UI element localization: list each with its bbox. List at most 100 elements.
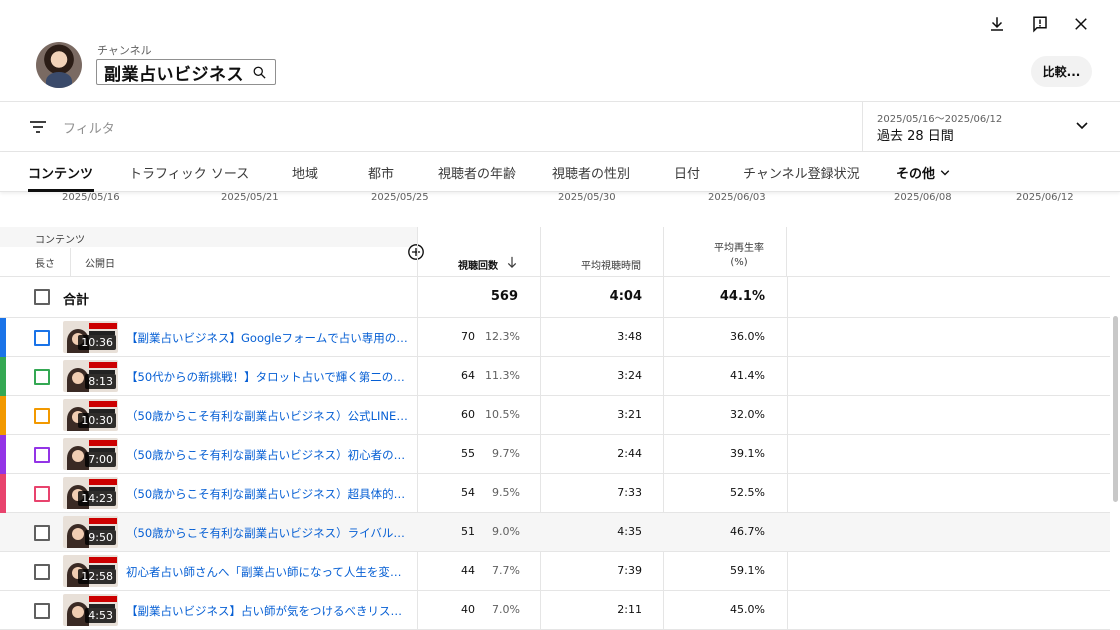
axis-tick: 2025/05/25 bbox=[371, 192, 429, 203]
table-row[interactable]: 9:50 （50歳からこそ有利な副業占いビジネス）ライバルを... 51 9.0% 4:… bbox=[0, 513, 1110, 552]
axis-tick: 2025/06/03 bbox=[708, 192, 766, 203]
row-avg-duration: 3:24 bbox=[617, 369, 642, 382]
column-avg-rate[interactable]: 平均再生率 (%) bbox=[663, 227, 787, 277]
column-published[interactable]: 公開日 bbox=[85, 255, 115, 270]
row-views-percent: 11.3% bbox=[485, 369, 520, 382]
row-avg-duration: 3:48 bbox=[617, 330, 642, 343]
download-icon[interactable] bbox=[985, 12, 1009, 36]
video-thumbnail[interactable]: 7:00 bbox=[63, 438, 118, 470]
row-checkbox[interactable] bbox=[34, 408, 50, 424]
tab-viewer-gender[interactable]: 視聴者の性別 bbox=[552, 163, 630, 182]
video-title-link[interactable]: 【副業占いビジネス】Googleフォームで占い専用の項... bbox=[126, 330, 410, 346]
tab-content[interactable]: コンテンツ bbox=[28, 163, 93, 182]
column-avg-duration[interactable]: 平均視聴時間 bbox=[540, 227, 663, 277]
video-thumbnail[interactable]: 4:53 bbox=[63, 594, 118, 626]
filter-icon[interactable] bbox=[29, 119, 47, 135]
video-duration: 10:30 bbox=[78, 413, 116, 428]
close-icon[interactable] bbox=[1069, 12, 1093, 36]
filter-input[interactable]: フィルタ bbox=[63, 118, 115, 137]
row-avg-rate: 46.7% bbox=[730, 525, 765, 538]
video-thumbnail[interactable]: 8:13 bbox=[63, 360, 118, 392]
row-checkbox[interactable] bbox=[34, 447, 50, 463]
table-row[interactable]: 10:30 （50歳からこそ有利な副業占いビジネス）公式LINEで... 60 10.… bbox=[0, 396, 1110, 435]
scrollbar[interactable] bbox=[1113, 316, 1118, 502]
row-views: 60 bbox=[461, 408, 475, 421]
column-divider bbox=[70, 248, 71, 276]
compare-button[interactable]: 比較... bbox=[1031, 56, 1092, 87]
table-row[interactable]: 12:58 初心者占い師さんへ「副業占い師になって人生を変え... 44 7.7% 7:… bbox=[0, 552, 1110, 591]
row-avg-duration: 2:11 bbox=[617, 603, 642, 616]
video-title-link[interactable]: （50歳からこそ有利な副業占いビジネス）公式LINEで... bbox=[126, 408, 410, 424]
channel-name: 副業占いビジネス bbox=[104, 64, 244, 85]
total-views: 569 bbox=[490, 289, 518, 304]
row-avg-duration: 3:21 bbox=[617, 408, 642, 421]
row-avg-rate: 41.4% bbox=[730, 369, 765, 382]
search-icon[interactable] bbox=[252, 65, 267, 80]
video-thumbnail[interactable]: 12:58 bbox=[63, 555, 118, 587]
tab-traffic-source[interactable]: トラフィック ソース bbox=[129, 163, 249, 182]
row-checkbox[interactable] bbox=[34, 486, 50, 502]
row-checkbox[interactable] bbox=[34, 564, 50, 580]
column-avg-rate-label: 平均再生率 (%) bbox=[714, 243, 764, 268]
report-header: チャンネル 副業占いビジネス 比較... bbox=[0, 0, 1120, 102]
table-row[interactable]: 4:53 【副業占いビジネス】占い師が気をつけるべきリスク... 40 7.0% 2:1… bbox=[0, 591, 1110, 630]
video-thumbnail[interactable]: 10:36 bbox=[63, 321, 118, 353]
tab-viewer-age[interactable]: 視聴者の年齢 bbox=[438, 163, 516, 182]
tab-more[interactable]: その他 bbox=[896, 163, 951, 182]
row-avg-rate: 59.1% bbox=[730, 564, 765, 577]
video-thumbnail[interactable]: 14:23 bbox=[63, 477, 118, 509]
series-color-bar bbox=[0, 474, 6, 513]
row-checkbox[interactable] bbox=[34, 525, 50, 541]
video-title-link[interactable]: （50歳からこそ有利な副業占いビジネス）初心者の占... bbox=[126, 447, 410, 463]
axis-tick: 2025/06/12 bbox=[1016, 192, 1074, 203]
table-row[interactable]: 8:13 【50代からの新挑戦！】タロット占いで輝く第二の人... 64 11.3% 3… bbox=[0, 357, 1110, 396]
row-checkbox[interactable] bbox=[34, 369, 50, 385]
row-avg-duration: 4:35 bbox=[617, 525, 642, 538]
total-avg-rate: 44.1% bbox=[719, 289, 765, 304]
channel-label: チャンネル bbox=[97, 44, 152, 57]
content-group-header: コンテンツ bbox=[0, 227, 417, 247]
video-title-link[interactable]: 【副業占いビジネス】占い師が気をつけるべきリスク... bbox=[126, 603, 410, 619]
total-checkbox[interactable] bbox=[34, 289, 50, 305]
column-length[interactable]: 長さ bbox=[35, 255, 55, 270]
tab-more-label: その他 bbox=[896, 167, 936, 182]
content-group-label: コンテンツ bbox=[35, 235, 85, 246]
row-avg-rate: 36.0% bbox=[730, 330, 765, 343]
row-views: 55 bbox=[461, 447, 475, 460]
total-row: 合計 569 4:04 44.1% bbox=[0, 277, 1110, 318]
thumbnail-caption-band bbox=[89, 518, 117, 524]
row-checkbox[interactable] bbox=[34, 603, 50, 619]
channel-selector[interactable]: 副業占いビジネス bbox=[96, 59, 276, 85]
video-thumbnail[interactable]: 10:30 bbox=[63, 399, 118, 431]
row-checkbox[interactable] bbox=[34, 330, 50, 346]
tab-geography[interactable]: 地域 bbox=[292, 163, 318, 182]
video-title-link[interactable]: 【50代からの新挑戦！】タロット占いで輝く第二の人... bbox=[126, 369, 410, 385]
date-range-selector[interactable]: 2025/05/16〜2025/06/12 過去 28 日間 bbox=[862, 102, 1120, 152]
table-row[interactable]: 10:36 【副業占いビジネス】Googleフォームで占い専用の項... 70 12.… bbox=[0, 318, 1110, 357]
table-row[interactable]: 7:00 （50歳からこそ有利な副業占いビジネス）初心者の占... 55 9.7% 2:… bbox=[0, 435, 1110, 474]
axis-tick: 2025/05/16 bbox=[62, 192, 120, 203]
row-views-percent: 9.5% bbox=[492, 486, 520, 499]
video-duration: 14:23 bbox=[78, 491, 116, 506]
chevron-down-icon[interactable] bbox=[1074, 118, 1090, 134]
column-views-label: 視聴回数 bbox=[458, 261, 498, 272]
video-title-link[interactable]: （50歳からこそ有利な副業占いビジネス）超具体的に... bbox=[126, 486, 410, 502]
feedback-icon[interactable] bbox=[1028, 12, 1052, 36]
column-avg-duration-label: 平均視聴時間 bbox=[581, 261, 641, 272]
row-avg-rate: 32.0% bbox=[730, 408, 765, 421]
column-views[interactable]: 視聴回数 bbox=[417, 227, 540, 277]
filter-bar: フィルタ 2025/05/16〜2025/06/12 過去 28 日間 bbox=[0, 102, 1120, 152]
series-color-bar bbox=[0, 318, 6, 357]
video-title-link[interactable]: 初心者占い師さんへ「副業占い師になって人生を変え... bbox=[126, 564, 410, 580]
thumbnail-caption-band bbox=[89, 362, 117, 368]
video-duration: 7:00 bbox=[85, 452, 116, 467]
date-range-text: 2025/05/16〜2025/06/12 bbox=[877, 114, 1003, 125]
video-thumbnail[interactable]: 9:50 bbox=[63, 516, 118, 548]
table-row[interactable]: 14:23 （50歳からこそ有利な副業占いビジネス）超具体的に... 54 9.5% 7… bbox=[0, 474, 1110, 513]
arrow-down-icon bbox=[507, 256, 517, 268]
tab-city[interactable]: 都市 bbox=[368, 163, 394, 182]
thumbnail-caption-band bbox=[89, 596, 117, 602]
video-title-link[interactable]: （50歳からこそ有利な副業占いビジネス）ライバルを... bbox=[126, 525, 410, 541]
tab-subscription-status[interactable]: チャンネル登録状況 bbox=[743, 163, 860, 182]
tab-date[interactable]: 日付 bbox=[674, 163, 700, 182]
